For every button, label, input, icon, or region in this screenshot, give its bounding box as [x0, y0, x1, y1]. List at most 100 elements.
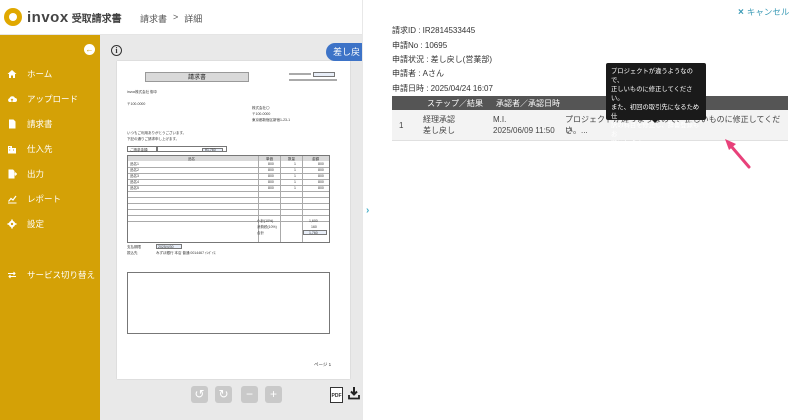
logo[interactable]: invox 受取請求書: [4, 8, 122, 26]
download-icon[interactable]: [348, 386, 360, 400]
sidebar-item-label: アップロード: [27, 94, 79, 104]
close-icon: ×: [738, 6, 744, 18]
breadcrumb: 請求書 > 詳細: [140, 12, 202, 25]
cancel-button[interactable]: × キャンセル: [738, 6, 789, 18]
postal-code: 〒100-0000: [127, 102, 146, 106]
sidebar-item-label: 設定: [27, 219, 45, 229]
sidebar-item-switch-service[interactable]: サービス切り替え: [0, 265, 100, 285]
total-label: 合計: [257, 231, 264, 235]
tooltip-line: 訳の科目を修正し、辞書登録もお: [611, 122, 700, 138]
info-icon[interactable]: i: [111, 45, 122, 56]
bank-label: 振込先: [127, 251, 138, 255]
cloud-upload-icon: [7, 94, 17, 104]
row-item-qty: 1: [294, 180, 296, 184]
breadcrumb-separator: >: [173, 12, 179, 22]
row-item-name: 品名1: [130, 162, 139, 166]
greeting-line-1: いつもご利用ありがとうございます。: [127, 131, 187, 135]
zoom-out-icon[interactable]: −: [241, 386, 258, 403]
row-comment-continued: い。...: [565, 126, 588, 135]
row-divider: [128, 173, 329, 174]
subtotal-label: 小計(10%): [257, 219, 274, 223]
annotation-arrow-icon: [725, 139, 751, 169]
row-item-name: 品名4: [130, 180, 139, 184]
line-items-table: 品名 単価 数量 金額 品名1 800 1 800 品名2 800 1 800 …: [127, 155, 330, 243]
sidebar: ← ホーム アップロード 請求書 仕入先 出力 レポート 設定 サービス切り替え: [0, 35, 100, 420]
sidebar-item-settings[interactable]: 設定: [0, 214, 100, 234]
row-divider: [128, 221, 329, 222]
header-approver-datetime: 承認者／承認日時: [496, 99, 560, 108]
pdf-icon[interactable]: PDF: [330, 387, 343, 403]
chart-icon: [7, 194, 17, 204]
collapse-sidebar-icon[interactable]: ←: [84, 44, 95, 55]
switch-icon: [7, 270, 17, 280]
row-item-qty: 1: [294, 162, 296, 166]
doc-line: [289, 79, 337, 81]
home-icon: [7, 69, 17, 79]
document-viewer: i 請求書 invox株式会社 御中 〒100-0000 株式会社〇 〒100-…: [100, 35, 370, 420]
cancel-label: キャンセル: [746, 7, 790, 17]
tooltip-line: プロジェクトが違うようなので、: [611, 68, 693, 84]
document-icon: [7, 119, 17, 129]
recipient-name: invox株式会社 御中: [127, 90, 158, 94]
row-item-qty: 1: [294, 186, 296, 190]
building-icon: [7, 144, 17, 154]
doc-number-box: [313, 72, 335, 77]
top-bar: invox 受取請求書 請求書 > 詳細: [0, 0, 362, 35]
row-item-name: 品名3: [130, 174, 139, 178]
export-icon: [7, 169, 17, 179]
row-divider: [128, 191, 329, 192]
sidebar-item-label: 仕入先: [27, 144, 53, 154]
sidebar-item-suppliers[interactable]: 仕入先: [0, 139, 100, 159]
row-item-amount: 800: [318, 180, 324, 184]
sidebar-item-report[interactable]: レポート: [0, 189, 100, 209]
col-header-price: 単価: [266, 156, 273, 161]
tax-label: 消費税(10%): [257, 225, 277, 229]
comment-tooltip: プロジェクトが違うようなので、 正しいものに修正してください。 また、初回の取引…: [606, 63, 706, 147]
logo-mark-icon: [4, 8, 22, 26]
logo-text: invox: [27, 8, 69, 26]
sidebar-item-upload[interactable]: アップロード: [0, 89, 100, 109]
row-item-amount: 800: [318, 186, 324, 190]
tooltip-line: 願いします。: [611, 140, 649, 147]
table-header-bg: [128, 156, 329, 161]
rotate-right-icon[interactable]: ↻: [215, 386, 232, 403]
request-status: 申請状況 : 差し戻し(営業部): [392, 55, 492, 64]
logo-subtitle: 受取請求書: [71, 13, 122, 25]
total-value: 1,760: [309, 231, 318, 235]
approval-table-header: ステップ／結果 承認者／承認日時: [392, 96, 788, 110]
expand-panel-icon[interactable]: ›: [366, 205, 369, 216]
sidebar-item-label: 請求書: [27, 119, 53, 129]
rotate-left-icon[interactable]: ↺: [191, 386, 208, 403]
doc-line: [289, 73, 311, 75]
amount-label: ご請求金額: [130, 148, 148, 152]
due-label: 支払期限: [127, 245, 141, 249]
col-divider: [258, 156, 259, 242]
sidebar-item-label: 出力: [27, 169, 45, 179]
row-divider: [128, 209, 329, 210]
zoom-in-icon[interactable]: +: [265, 386, 282, 403]
header-step-result: ステップ／結果: [427, 99, 483, 108]
sidebar-item-home[interactable]: ホーム: [0, 64, 100, 84]
row-step: 経理承認: [423, 115, 455, 124]
col-header-item: 品名: [188, 156, 195, 161]
row-item-qty: 1: [294, 174, 296, 178]
issuer-postal: 〒100-0000: [252, 112, 271, 116]
row-divider: [128, 167, 329, 168]
tooltip-line: また、初回の取引先になるため仕: [611, 104, 700, 120]
col-header-qty: 数量: [288, 156, 295, 161]
row-divider: [128, 179, 329, 180]
sidebar-item-export[interactable]: 出力: [0, 164, 100, 184]
requester: 申請者 : Aさん: [392, 69, 445, 78]
amount-label-box: ご請求金額: [127, 146, 157, 152]
amount-value-box: ¥1,760: [157, 146, 227, 152]
breadcrumb-invoices[interactable]: 請求書: [140, 12, 167, 25]
tooltip-line: 正しいものに修正してください。: [611, 86, 693, 102]
sidebar-item-invoices[interactable]: 請求書: [0, 114, 100, 134]
gear-icon: [7, 219, 17, 229]
tax-value: 160: [311, 225, 317, 229]
row-item-name: 品名2: [130, 168, 139, 172]
row-item-price: 800: [268, 174, 274, 178]
invoice-document: 請求書 invox株式会社 御中 〒100-0000 株式会社〇 〒100-00…: [117, 61, 350, 379]
invoice-id: 請求ID : IR2814533445: [392, 26, 476, 35]
row-item-amount: 800: [318, 174, 324, 178]
